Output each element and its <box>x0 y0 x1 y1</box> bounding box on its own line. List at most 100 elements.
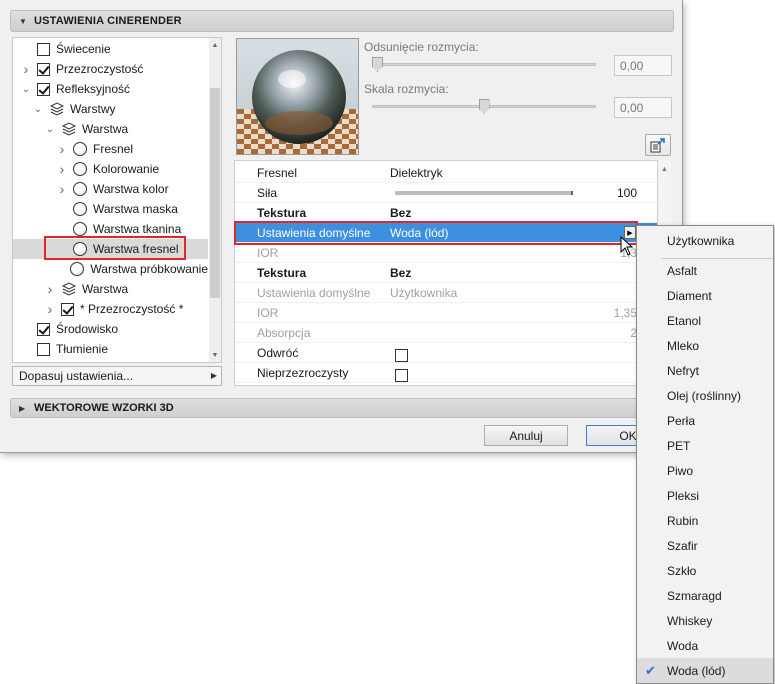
menu-item[interactable]: ✔ Woda (lód) <box>637 658 773 683</box>
menu-item[interactable]: Mleko <box>637 333 773 358</box>
invert-checkbox[interactable] <box>395 349 408 362</box>
tree-checkbox[interactable] <box>37 62 50 76</box>
chevron-right-icon[interactable]: › <box>21 59 31 79</box>
vector-patterns-section-header[interactable]: ▶ WEKTOROWE WZORKI 3D <box>10 398 674 418</box>
tree-item[interactable]: › Przezroczystość <box>13 59 208 79</box>
tree-item[interactable]: › Warstwa <box>13 279 208 299</box>
tree-scrollbar[interactable]: ▲ ▼ <box>209 38 221 362</box>
opaque-row[interactable]: Nieprzezroczysty <box>235 363 657 383</box>
menu-item[interactable]: Asfalt <box>637 258 773 283</box>
tree-item[interactable]: ⌄ Warstwy <box>13 99 208 119</box>
fresnel-row[interactable]: Fresnel Dielektryk <box>235 163 657 183</box>
menu-item[interactable]: Szafir <box>637 533 773 558</box>
sphere-channel-icon <box>73 222 87 236</box>
tree-item[interactable]: › * Przezroczystość * <box>13 299 208 319</box>
menu-item-label: Nefryt <box>667 363 700 378</box>
import-settings-button[interactable] <box>645 134 671 156</box>
tree-checkbox[interactable] <box>37 322 50 336</box>
chevron-right-icon[interactable]: › <box>45 279 55 299</box>
blur-scale-field[interactable]: 0,00 <box>614 97 672 118</box>
blur-offset-slider[interactable] <box>372 57 596 73</box>
default-settings-highlight <box>234 221 638 245</box>
texture-row-2[interactable]: Tekstura Bez <box>235 263 657 283</box>
chevron-right-icon <box>21 39 31 59</box>
menu-item[interactable]: Szkło <box>637 558 773 583</box>
opaque-checkbox[interactable] <box>395 369 408 382</box>
tree-item-label: Warstwa tkanina <box>93 222 182 236</box>
tree-item-label: Warstwy <box>70 102 116 116</box>
blur-offset-field[interactable]: 0,00 <box>614 55 672 76</box>
tree-item[interactable]: › Kolorowanie <box>13 159 208 179</box>
chevron-right-icon[interactable]: › <box>45 299 55 319</box>
menu-item[interactable]: Etanol <box>637 308 773 333</box>
menu-item[interactable]: Perła <box>637 408 773 433</box>
menu-item[interactable]: Nefryt <box>637 358 773 383</box>
menu-item-header[interactable]: Użytkownika <box>637 228 773 253</box>
chevron-right-icon[interactable]: › <box>57 159 67 179</box>
ior-row-1[interactable]: IOR 1,3 <box>235 243 657 263</box>
menu-item[interactable]: Pleksi <box>637 483 773 508</box>
chevron-down-icon[interactable]: ⌄ <box>33 99 43 119</box>
absorption-row[interactable]: Absorpcja 2 <box>235 323 657 343</box>
tree-checkbox[interactable] <box>61 302 74 316</box>
tree-item[interactable]: › Warstwa kolor <box>13 179 208 199</box>
scroll-up-arrow-icon[interactable]: ▲ <box>661 166 668 173</box>
tree-item[interactable]: Świecenie <box>13 39 208 59</box>
strength-row[interactable]: Siła 100 <box>235 183 657 203</box>
menu-item[interactable]: Rubin <box>637 508 773 533</box>
import-icon <box>650 137 665 152</box>
preset-popup-menu: Użytkownika Asfalt Diament Etanol Mleko Nefr… <box>636 225 774 684</box>
tree-checkbox[interactable] <box>37 342 50 356</box>
property-value[interactable]: Użytkownika <box>390 286 457 300</box>
chevron-down-icon[interactable]: ⌄ <box>21 79 31 99</box>
chevron-down-icon[interactable]: ⌄ <box>45 119 55 139</box>
tree-item[interactable]: › Fresnel <box>13 139 208 159</box>
section-title: WEKTOROWE WZORKI 3D <box>34 402 174 414</box>
chevron-right-icon[interactable]: › <box>57 179 67 199</box>
property-key: Fresnel <box>257 165 298 180</box>
property-value[interactable]: Bez <box>390 206 411 220</box>
tree-item[interactable]: Warstwa maska <box>13 199 208 219</box>
texture-row-1[interactable]: Tekstura Bez <box>235 203 657 223</box>
adjust-settings-dropdown[interactable]: Dopasuj ustawienia... ▶ <box>12 366 222 386</box>
menu-item[interactable]: Diament <box>637 283 773 308</box>
tree-item[interactable]: Warstwa próbkowanie <box>13 259 208 279</box>
cancel-button[interactable]: Anuluj <box>484 425 568 446</box>
sphere-channel-icon <box>73 182 87 196</box>
strength-slider[interactable] <box>395 191 573 195</box>
scroll-up-arrow-icon[interactable]: ▲ <box>209 39 221 51</box>
menu-item[interactable]: PET <box>637 433 773 458</box>
property-key: IOR <box>257 305 279 320</box>
tree-checkbox[interactable] <box>37 82 50 96</box>
material-preview <box>236 38 359 155</box>
menu-item[interactable]: Woda <box>637 633 773 658</box>
tree-item[interactable]: Środowisko <box>13 319 208 339</box>
property-key: Tekstura <box>257 265 307 280</box>
selected-item-highlight <box>44 236 186 260</box>
tree-item-label: Przezroczystość <box>56 62 144 76</box>
menu-item[interactable]: Olej (roślinny) <box>637 383 773 408</box>
chevron-right-icon[interactable]: › <box>57 139 67 159</box>
tree-item-label: Warstwa maska <box>93 202 178 216</box>
menu-item-label: Szmaragd <box>667 588 722 603</box>
menu-item[interactable]: Szmaragd <box>637 583 773 608</box>
tree-checkbox[interactable] <box>37 42 50 56</box>
scroll-down-arrow-icon[interactable]: ▼ <box>209 349 221 361</box>
ior-row-2[interactable]: IOR 1,35 <box>235 303 657 323</box>
tree-item[interactable]: Tłumienie <box>13 339 208 359</box>
tree-scroll-thumb[interactable] <box>210 88 220 298</box>
property-value[interactable]: Bez <box>390 266 411 280</box>
menu-item[interactable]: Piwo <box>637 458 773 483</box>
default-settings-row-2[interactable]: Ustawienia domyślne Użytkownika <box>235 283 657 303</box>
tree-item[interactable]: ⌄ Warstwa <box>13 119 208 139</box>
invert-row[interactable]: Odwróć <box>235 343 657 363</box>
tree-item[interactable]: ⌄ Refleksyjność <box>13 79 208 99</box>
menu-item-label: Rubin <box>667 513 699 528</box>
blur-scale-thumb[interactable] <box>478 99 490 114</box>
blur-offset-thumb[interactable] <box>372 57 383 72</box>
cinerender-section-header[interactable]: ▼ USTAWIENIA CINERENDER <box>10 10 674 32</box>
property-value[interactable]: Dielektryk <box>390 166 443 180</box>
menu-item[interactable]: Whiskey <box>637 608 773 633</box>
menu-item-label: Asfalt <box>667 263 698 278</box>
blur-scale-slider[interactable] <box>372 99 596 115</box>
